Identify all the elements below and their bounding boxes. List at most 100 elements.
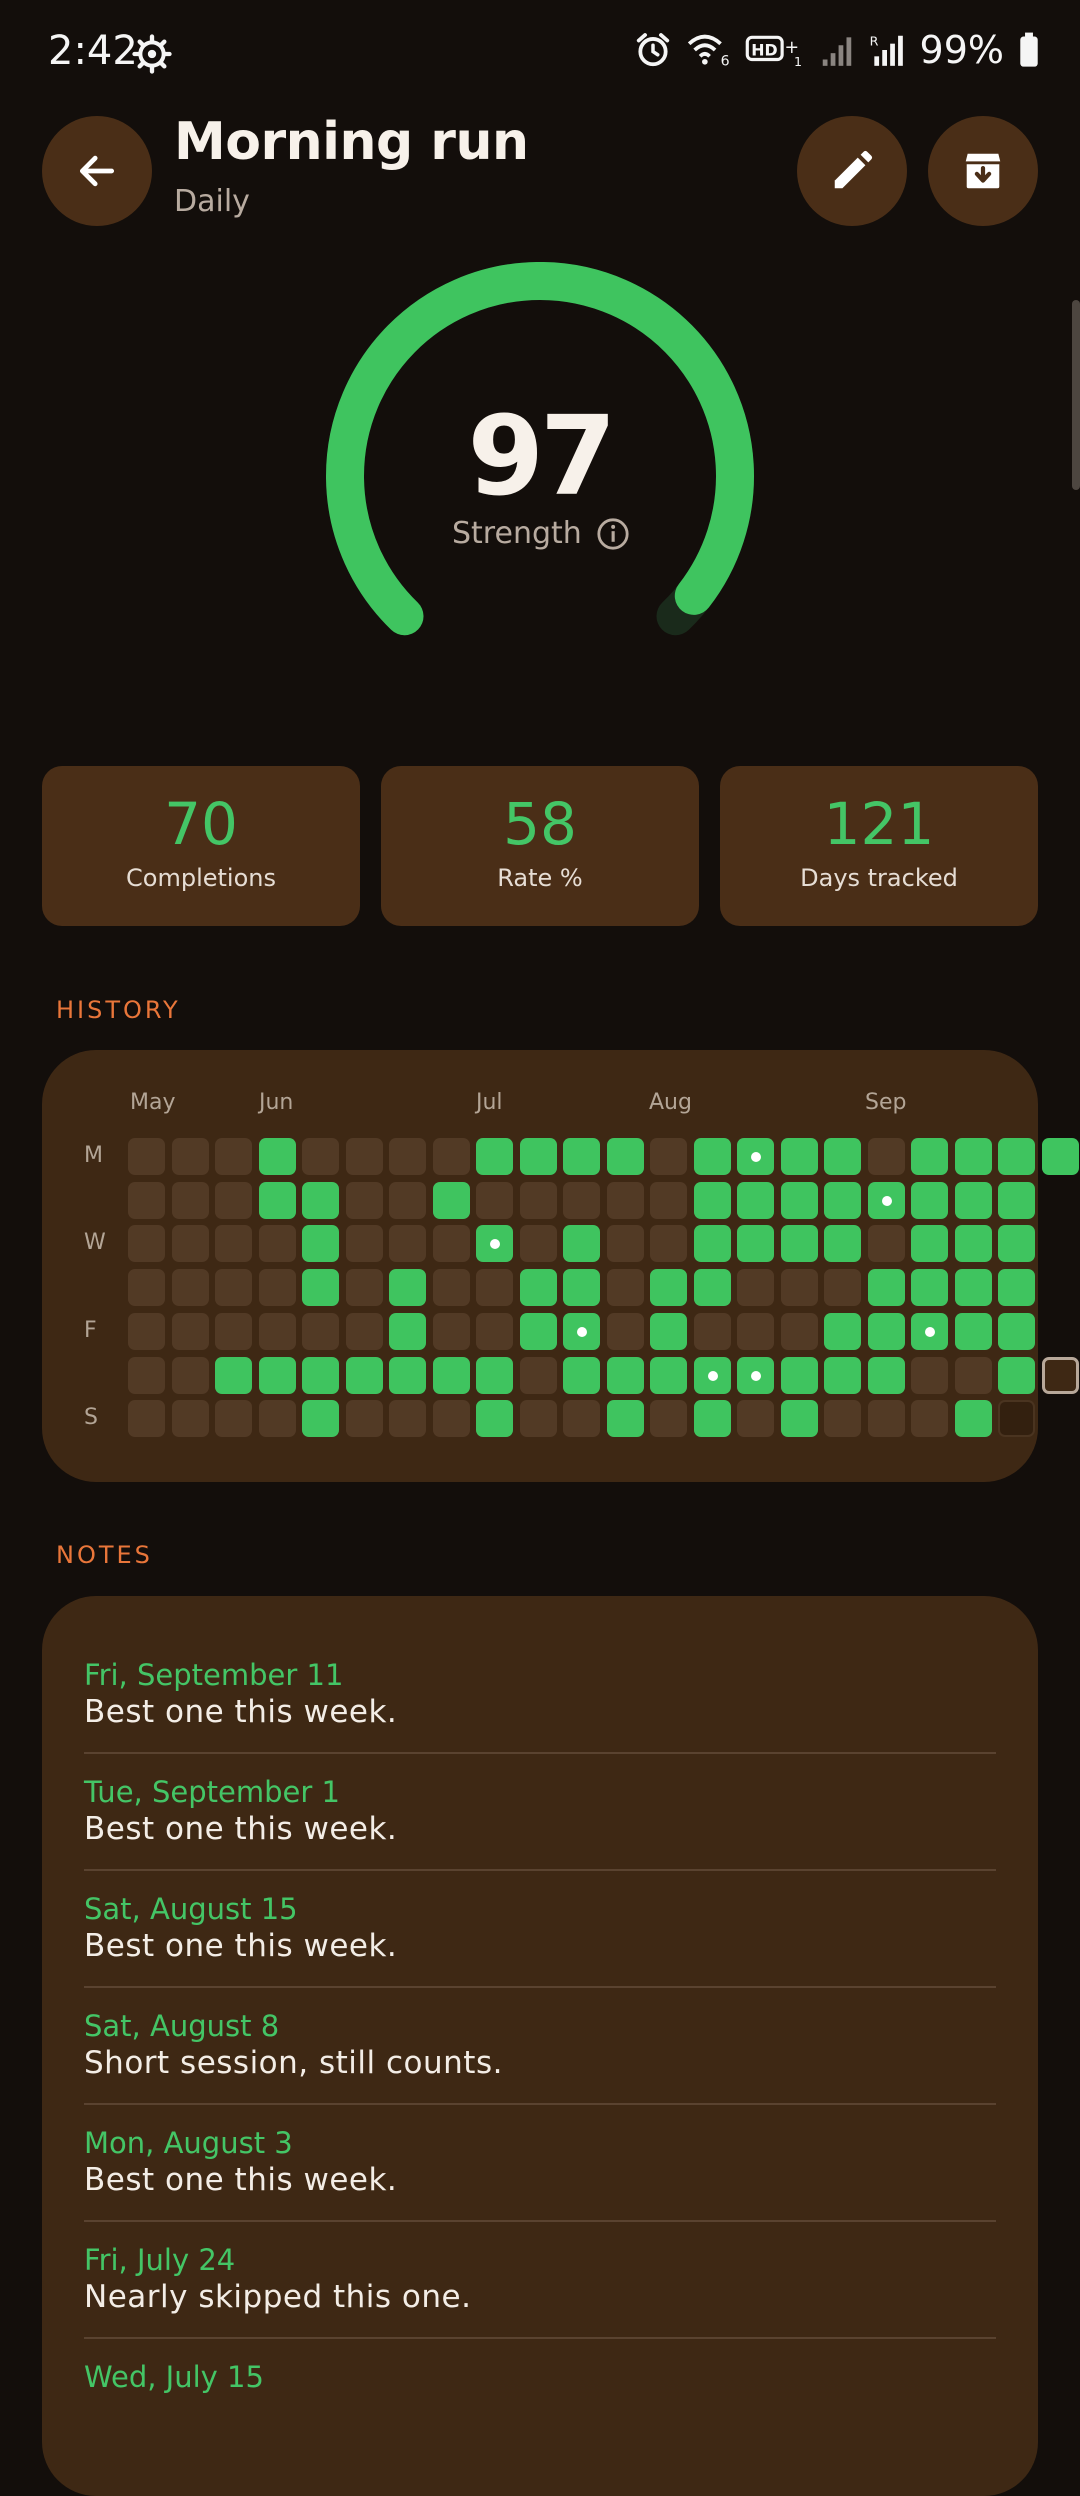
history-day-cell[interactable]: [563, 1269, 600, 1306]
edit-button[interactable]: [797, 116, 907, 226]
history-day-cell[interactable]: [650, 1400, 687, 1437]
history-day-cell[interactable]: [476, 1400, 513, 1437]
history-day-cell[interactable]: [215, 1269, 252, 1306]
history-day-cell[interactable]: [955, 1313, 992, 1350]
history-day-cell[interactable]: [259, 1138, 296, 1175]
history-day-cell[interactable]: [824, 1400, 861, 1437]
history-day-cell[interactable]: [737, 1138, 774, 1175]
history-day-cell[interactable]: [650, 1269, 687, 1306]
history-day-cell[interactable]: [476, 1357, 513, 1394]
history-day-cell[interactable]: [824, 1138, 861, 1175]
history-day-cell[interactable]: [389, 1313, 426, 1350]
history-day-cell[interactable]: [1042, 1138, 1079, 1175]
history-day-cell[interactable]: [346, 1269, 383, 1306]
history-day-cell[interactable]: [259, 1357, 296, 1394]
history-day-cell[interactable]: [607, 1225, 644, 1262]
note-item[interactable]: Fri, September 11 Best one this week.: [84, 1658, 996, 1730]
history-day-cell[interactable]: [520, 1138, 557, 1175]
history-day-cell[interactable]: [955, 1182, 992, 1219]
history-day-cell[interactable]: [346, 1357, 383, 1394]
history-day-cell[interactable]: [607, 1400, 644, 1437]
history-day-cell[interactable]: [694, 1269, 731, 1306]
history-day-cell[interactable]: [868, 1357, 905, 1394]
history-day-cell[interactable]: [215, 1225, 252, 1262]
history-day-cell[interactable]: [128, 1182, 165, 1219]
history-day-cell[interactable]: [433, 1400, 470, 1437]
history-day-cell[interactable]: [998, 1182, 1035, 1219]
history-day-cell[interactable]: [694, 1225, 731, 1262]
history-day-cell[interactable]: [346, 1138, 383, 1175]
history-day-cell[interactable]: [259, 1400, 296, 1437]
history-day-cell[interactable]: [737, 1357, 774, 1394]
history-day-cell[interactable]: [302, 1313, 339, 1350]
history-day-cell[interactable]: [389, 1225, 426, 1262]
history-day-cell[interactable]: [563, 1400, 600, 1437]
history-day-cell[interactable]: [259, 1225, 296, 1262]
history-day-cell[interactable]: [128, 1269, 165, 1306]
history-day-cell[interactable]: [563, 1313, 600, 1350]
history-day-cell[interactable]: [128, 1400, 165, 1437]
history-day-cell[interactable]: [955, 1357, 992, 1394]
history-day-cell[interactable]: [433, 1269, 470, 1306]
history-day-cell[interactable]: [824, 1182, 861, 1219]
history-day-cell[interactable]: [911, 1138, 948, 1175]
history-day-cell[interactable]: [563, 1138, 600, 1175]
history-day-cell[interactable]: [781, 1138, 818, 1175]
history-day-cell[interactable]: [694, 1138, 731, 1175]
history-day-cell[interactable]: [476, 1313, 513, 1350]
history-day-cell[interactable]: [259, 1313, 296, 1350]
history-day-cell[interactable]: [433, 1182, 470, 1219]
note-item[interactable]: Sat, August 8 Short session, still count…: [84, 2009, 996, 2081]
history-day-cell[interactable]: [520, 1313, 557, 1350]
history-day-cell[interactable]: [302, 1269, 339, 1306]
history-day-cell[interactable]: [737, 1182, 774, 1219]
history-day-cell[interactable]: [911, 1269, 948, 1306]
history-day-cell[interactable]: [824, 1269, 861, 1306]
history-day-cell[interactable]: [172, 1225, 209, 1262]
history-day-cell[interactable]: [694, 1182, 731, 1219]
history-day-cell[interactable]: [694, 1313, 731, 1350]
history-day-cell[interactable]: [955, 1138, 992, 1175]
history-day-cell[interactable]: [911, 1225, 948, 1262]
history-day-cell[interactable]: [955, 1400, 992, 1437]
note-item[interactable]: Sat, August 15 Best one this week.: [84, 1892, 996, 1964]
history-day-cell[interactable]: [172, 1269, 209, 1306]
history-day-cell[interactable]: [215, 1182, 252, 1219]
history-day-cell[interactable]: [694, 1400, 731, 1437]
history-day-cell[interactable]: [737, 1400, 774, 1437]
history-day-cell[interactable]: [911, 1357, 948, 1394]
history-day-cell[interactable]: [215, 1400, 252, 1437]
history-day-cell[interactable]: [302, 1400, 339, 1437]
history-day-cell[interactable]: [911, 1313, 948, 1350]
note-item[interactable]: Fri, July 24 Nearly skipped this one.: [84, 2243, 996, 2315]
history-day-cell[interactable]: [259, 1269, 296, 1306]
history-day-cell[interactable]: [650, 1357, 687, 1394]
back-button[interactable]: [42, 116, 152, 226]
history-day-cell[interactable]: [955, 1269, 992, 1306]
history-day-cell[interactable]: [650, 1225, 687, 1262]
history-day-cell[interactable]: [824, 1313, 861, 1350]
history-day-cell[interactable]: [607, 1138, 644, 1175]
history-day-cell[interactable]: [824, 1357, 861, 1394]
history-day-cell[interactable]: [389, 1357, 426, 1394]
history-day-cell[interactable]: [998, 1138, 1035, 1175]
history-day-cell[interactable]: [476, 1138, 513, 1175]
info-icon[interactable]: [596, 517, 630, 551]
history-day-cell[interactable]: [172, 1357, 209, 1394]
history-day-cell[interactable]: [389, 1182, 426, 1219]
history-day-cell[interactable]: [607, 1269, 644, 1306]
history-day-cell[interactable]: [215, 1357, 252, 1394]
history-day-cell[interactable]: [520, 1225, 557, 1262]
history-day-cell[interactable]: [476, 1182, 513, 1219]
history-day-cell[interactable]: [520, 1182, 557, 1219]
history-day-cell[interactable]: [302, 1357, 339, 1394]
history-day-cell[interactable]: [346, 1182, 383, 1219]
history-day-cell[interactable]: [302, 1138, 339, 1175]
history-day-cell[interactable]: [998, 1225, 1035, 1262]
note-item[interactable]: Mon, August 3 Best one this week.: [84, 2126, 996, 2198]
history-day-cell[interactable]: [868, 1269, 905, 1306]
history-day-cell[interactable]: [607, 1357, 644, 1394]
history-day-cell[interactable]: [781, 1357, 818, 1394]
history-day-cell[interactable]: [128, 1357, 165, 1394]
history-day-cell[interactable]: [998, 1313, 1035, 1350]
